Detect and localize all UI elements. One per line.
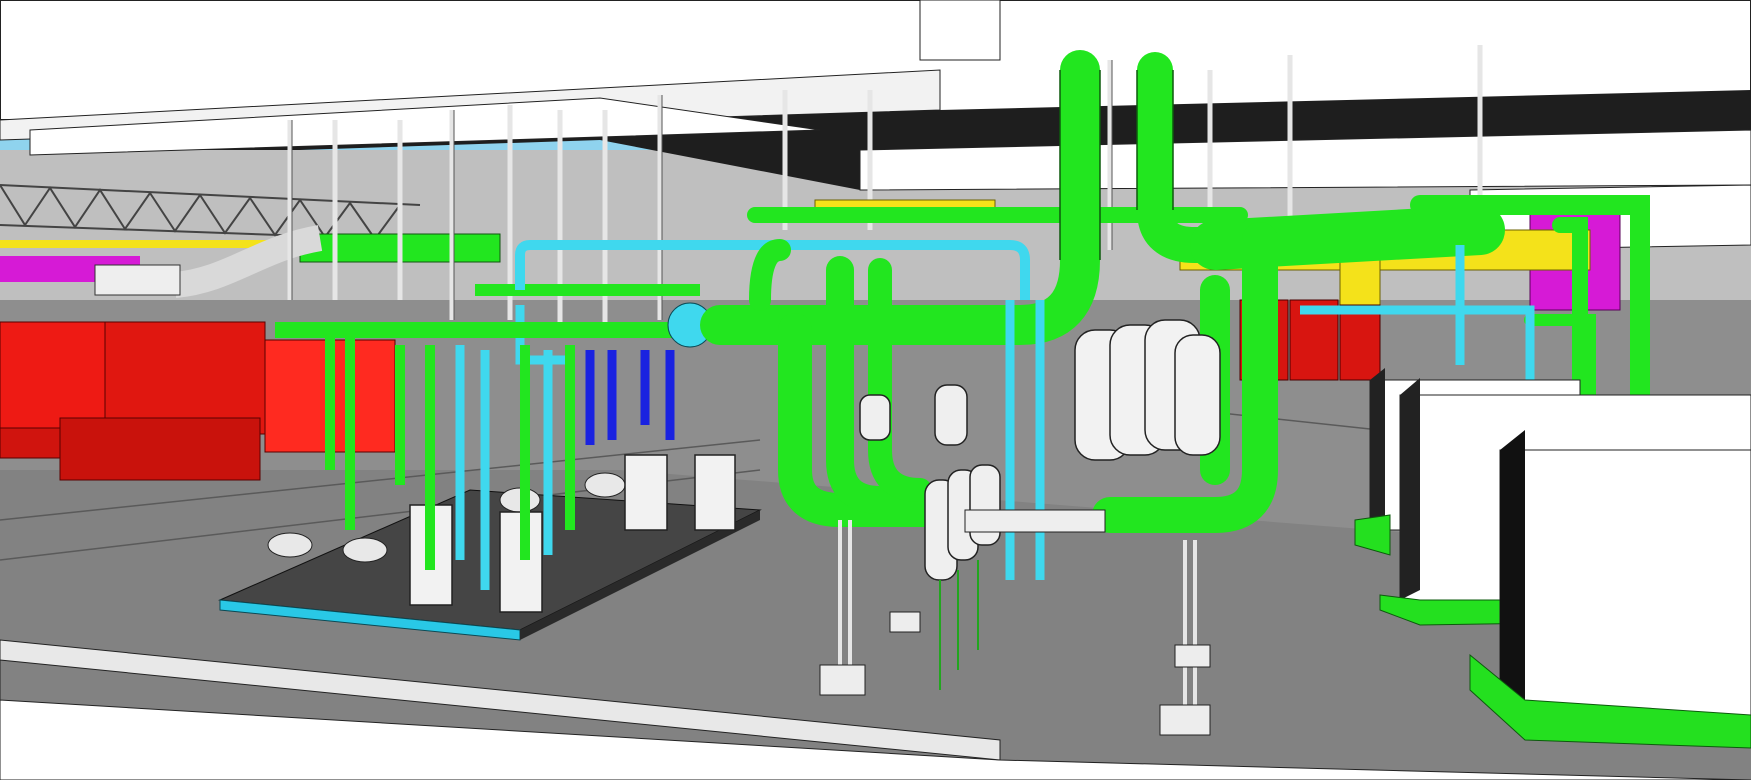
- vertical-tanks[interactable]: [1074, 319, 1221, 461]
- chiller-unit-3[interactable]: [1469, 430, 1751, 749]
- white-header: [964, 509, 1106, 533]
- silver-duct-box: [94, 264, 181, 296]
- bim-model-viewport[interactable]: [0, 0, 1751, 780]
- column-slab-edge: [919, 0, 1001, 61]
